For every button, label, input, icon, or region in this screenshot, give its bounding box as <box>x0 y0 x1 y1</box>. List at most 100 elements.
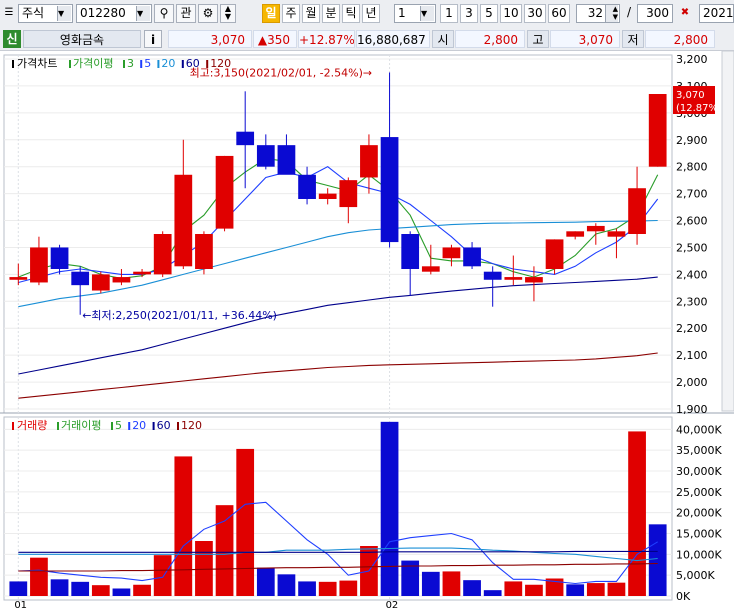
interval-3[interactable]: 3 <box>460 4 478 23</box>
menu-icon[interactable]: ☰ <box>2 4 16 23</box>
volume-bar <box>91 585 110 596</box>
candle-body <box>463 247 481 267</box>
high-price: 3,070 <box>550 30 620 48</box>
volume-bar <box>174 456 193 596</box>
candle-body <box>318 193 337 199</box>
open-label: 시 <box>432 30 454 48</box>
current-price-tag-value: 3,070 <box>676 90 705 101</box>
market-select[interactable]: 주식 ▼ <box>18 4 73 23</box>
candle-body <box>586 225 605 232</box>
volume-bar <box>463 580 481 596</box>
candle-body <box>401 234 420 269</box>
interval-60[interactable]: 60 <box>548 4 570 23</box>
candle-body <box>50 247 69 269</box>
settings-button[interactable]: ⚙ <box>198 4 218 23</box>
volume-bar <box>30 557 48 596</box>
info-button[interactable]: i <box>144 30 162 48</box>
legend-marker <box>128 422 131 430</box>
watch-button[interactable]: 관 <box>176 4 196 23</box>
candle-body <box>9 277 28 280</box>
volume-legend-120: 120 <box>181 419 202 432</box>
count-value: 32 <box>587 6 603 20</box>
price-tick-label: 2,200 <box>676 322 708 335</box>
period-year[interactable]: 년 <box>362 4 380 23</box>
volume-bar <box>628 431 646 596</box>
price-tick-label: 2,400 <box>676 268 708 281</box>
date-input[interactable]: 2021/ <box>699 4 734 23</box>
interval-30[interactable]: 30 <box>524 4 546 23</box>
candle-body <box>360 145 378 178</box>
candle-body <box>483 271 502 280</box>
price-legend-5: 5 <box>144 57 151 70</box>
candle-body <box>71 271 90 286</box>
volume-legend-20: 20 <box>132 419 146 432</box>
total-input[interactable]: 300 <box>637 4 673 23</box>
chart-area: 1,900 2,000 2,100 2,200 2,300 2,400 2,500 2,600… <box>0 50 734 611</box>
candle-body <box>236 131 255 146</box>
volume-bar <box>9 581 28 596</box>
period-day[interactable]: 일 <box>262 4 280 23</box>
volume-tick-label: 20,000K <box>676 507 722 520</box>
search-button[interactable]: ⚲ <box>154 4 174 23</box>
price-tick-label: 2,500 <box>676 241 708 254</box>
code-input[interactable]: 012280 ▼ <box>76 4 152 23</box>
volume-tick-label: 25,000K <box>676 486 722 499</box>
interval-5[interactable]: 5 <box>480 4 498 23</box>
price-tick-label: 2,700 <box>676 188 708 201</box>
interval-1[interactable]: 1 <box>440 4 458 23</box>
legend-marker <box>206 60 209 68</box>
volume-tick-label: 40,000K <box>676 423 722 436</box>
price-tick-label: 3,200 <box>676 53 708 66</box>
gear-icon: ⚙ <box>202 6 214 20</box>
candle-body <box>133 271 151 275</box>
candle-body <box>442 247 461 259</box>
volume-bar <box>236 448 255 596</box>
volume-tick-label: 15,000K <box>676 528 722 541</box>
stepper-icon: ▲ ▼ <box>605 5 618 22</box>
volume-bar <box>277 574 296 596</box>
open-price: 2,800 <box>455 30 525 48</box>
candle-body <box>545 239 564 269</box>
period-week[interactable]: 주 <box>282 4 300 23</box>
period-minute[interactable]: 분 <box>322 4 340 23</box>
volume-bar <box>195 541 213 596</box>
volume-bar <box>648 524 667 596</box>
low-price: 2,800 <box>645 30 715 48</box>
volume-chart-title: 거래량 <box>17 419 47 432</box>
volume-bar <box>339 580 358 596</box>
search-icon: ⚲ <box>159 6 169 20</box>
low-annotation: ←최저:2,250(2021/01/11, +36.44%) <box>82 309 277 322</box>
volume-bar <box>380 421 399 596</box>
interval-10[interactable]: 10 <box>500 4 522 23</box>
price-legend-가격이평: 가격이평 <box>73 57 113 70</box>
count-slash: / <box>626 5 632 19</box>
volume-bar <box>318 581 337 596</box>
period-tick[interactable]: 틱 <box>342 4 360 23</box>
volume-bar <box>256 567 275 596</box>
price-tick-label: 2,600 <box>676 215 708 228</box>
price-legend-20: 20 <box>161 57 175 70</box>
count-stepper[interactable]: 32 ▲ ▼ <box>576 4 620 23</box>
legend-marker <box>57 422 59 430</box>
quote-bar: 신 영화금속 i 3,070 ▲350 +12.87% 16,880,687 시… <box>0 28 734 51</box>
period-month[interactable]: 월 <box>302 4 320 23</box>
volume-bar <box>421 571 440 596</box>
unit-select[interactable]: 1 ▼ <box>394 4 436 23</box>
candle-body <box>421 266 440 272</box>
price-tick-label: 2,300 <box>676 295 708 308</box>
candle-body <box>277 145 296 175</box>
stock-chart[interactable]: 1,900 2,000 2,100 2,200 2,300 2,400 2,500 2,600… <box>0 50 734 611</box>
current-price: 3,070 <box>168 30 252 48</box>
price-tick-label: 2,900 <box>676 134 708 147</box>
reset-icon[interactable]: ✖ <box>675 4 695 23</box>
candle-body <box>380 137 399 243</box>
legend-marker <box>12 422 14 430</box>
low-label: 저 <box>622 30 644 48</box>
candle-body <box>298 174 316 199</box>
volume-bar <box>71 581 90 596</box>
volume-bar <box>586 583 605 596</box>
change-percent: +12.87% <box>298 30 355 48</box>
updown-stepper[interactable]: ▲ ▼ <box>220 4 236 23</box>
legend-marker <box>123 60 125 68</box>
volume-bar <box>525 584 543 596</box>
